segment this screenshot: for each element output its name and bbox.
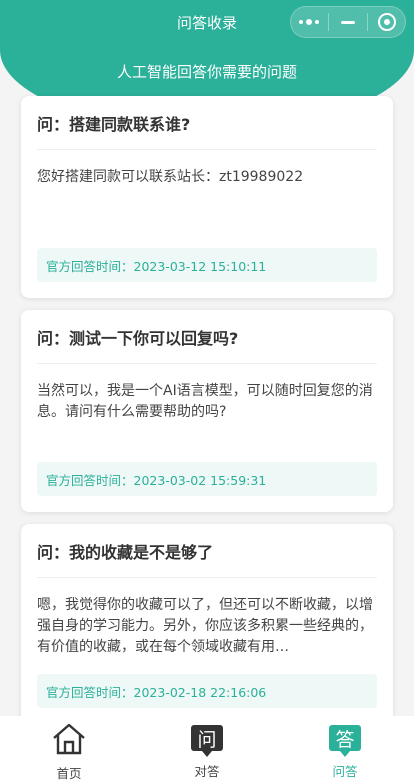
answer-icon: 答	[329, 725, 361, 757]
qa-card[interactable]: 问：测试一下你可以回复吗? 当然可以，我是一个AI语言模型，可以随时回复您的消息…	[21, 310, 393, 512]
qa-list: 问：搭建同款联系谁? 您好搭建同款可以联系站长：zt19989022 官方回答时…	[21, 96, 393, 736]
home-icon	[51, 723, 87, 755]
target-icon	[377, 13, 396, 31]
qa-card[interactable]: 问：搭建同款联系谁? 您好搭建同款可以联系站长：zt19989022 官方回答时…	[21, 96, 393, 298]
bottom-tab-bar: 首页 问 对答 答 问答	[0, 716, 414, 780]
minus-icon	[340, 20, 355, 24]
minimize-button[interactable]	[330, 8, 366, 36]
close-miniprogram-button[interactable]	[369, 8, 405, 36]
tab-chat[interactable]: 问 对答	[138, 716, 276, 780]
tab-icon-wrap: 问	[189, 723, 225, 757]
question-title: 问：搭建同款联系谁?	[37, 96, 377, 150]
answer-time: 官方回答时间：2023-03-12 15:10:11	[37, 248, 377, 282]
answer-text: 嗯，我觉得你的收藏可以了，但还可以不断收藏，以增强自身的学习能力。另外，你应该多…	[37, 597, 373, 655]
tab-icon-wrap: 答	[327, 723, 363, 757]
miniprogram-capsule	[290, 6, 406, 38]
answer-time: 官方回答时间：2023-02-18 22:16:06	[37, 674, 377, 708]
question-title: 问：我的收藏是不是够了	[37, 524, 377, 578]
more-dots-icon	[299, 19, 320, 25]
qa-card[interactable]: 问：我的收藏是不是够了 嗯，我觉得你的收藏可以了，但还可以不断收藏，以增强自身的…	[21, 524, 393, 724]
tab-label: 首页	[56, 766, 82, 780]
navigation-bar: 问答收录	[0, 0, 414, 46]
answer-text: 您好搭建同款可以联系站长：zt19989022	[37, 169, 304, 185]
tab-label: 对答	[194, 764, 220, 779]
answer-text: 当然可以，我是一个AI语言模型，可以随时回复您的消息。请问有什么需要帮助的吗?	[37, 383, 373, 420]
question-title: 问：测试一下你可以回复吗?	[37, 310, 377, 364]
header-subtitle: 人工智能回答你需要的问题	[116, 63, 297, 81]
chat-question-icon: 问	[191, 725, 223, 757]
tab-home[interactable]: 首页	[0, 716, 138, 780]
more-button[interactable]	[291, 8, 327, 36]
tab-qa[interactable]: 答 问答	[276, 716, 414, 780]
tab-label: 问答	[332, 764, 358, 779]
answer-time: 官方回答时间：2023-03-02 15:59:31	[37, 462, 377, 496]
